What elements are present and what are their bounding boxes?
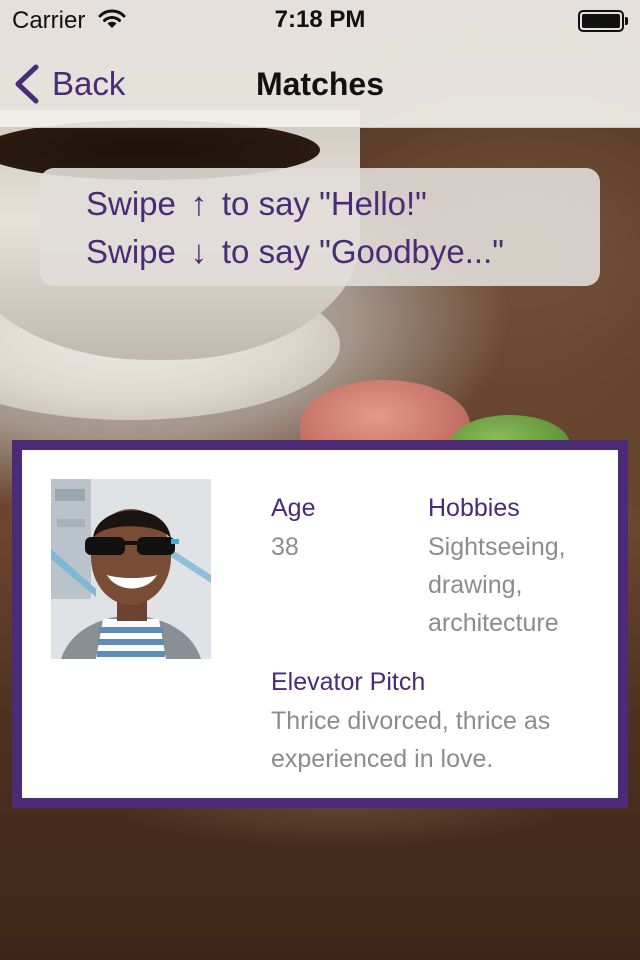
profile-photo [51, 479, 211, 659]
elevator-pitch-label: Elevator Pitch [271, 668, 426, 696]
swipe-up-text: to say "Hello!" [221, 185, 427, 222]
swipe-up-instruction: Swipe ↑ to say "Hello!" [86, 180, 600, 228]
swipe-instructions: Swipe ↑ to say "Hello!" Swipe ↓ to say "Good… [40, 168, 600, 286]
arrow-up-icon: ↑ [190, 185, 208, 222]
status-bar: Carrier 7:18 PM [0, 0, 640, 40]
navigation-bar: Back Matches [0, 40, 640, 128]
hobbies-line: drawing, [428, 571, 523, 599]
pitch-line: experienced in love. [271, 745, 494, 773]
swipe-up-prefix: Swipe [86, 185, 176, 222]
hobbies-line: architecture [428, 609, 559, 637]
swipe-down-prefix: Swipe [86, 233, 176, 270]
battery-icon [578, 10, 628, 32]
page-title: Matches [255, 66, 385, 102]
pitch-line: Thrice divorced, thrice as [271, 707, 551, 735]
age-label: Age [271, 494, 316, 522]
top-bar: Carrier 7:18 PM Back Matches [0, 0, 640, 128]
status-time: 7:18 PM [274, 6, 366, 33]
swipe-down-instruction: Swipe ↓ to say "Goodbye..." [86, 228, 600, 276]
hobbies-line: Sightseeing, [428, 533, 566, 561]
profile-card[interactable]: Age 38 Hobbies Sightseeing, drawing, arc… [12, 440, 628, 808]
elevator-pitch-value: Thrice divorced, thrice as experienced i… [271, 702, 550, 778]
swipe-down-text: to say "Goodbye..." [221, 233, 504, 270]
age-value: 38 [271, 533, 299, 561]
hobbies-label: Hobbies [428, 494, 520, 522]
hobbies-value: Sightseeing, drawing, architecture [428, 528, 566, 642]
arrow-down-icon: ↓ [190, 233, 208, 270]
